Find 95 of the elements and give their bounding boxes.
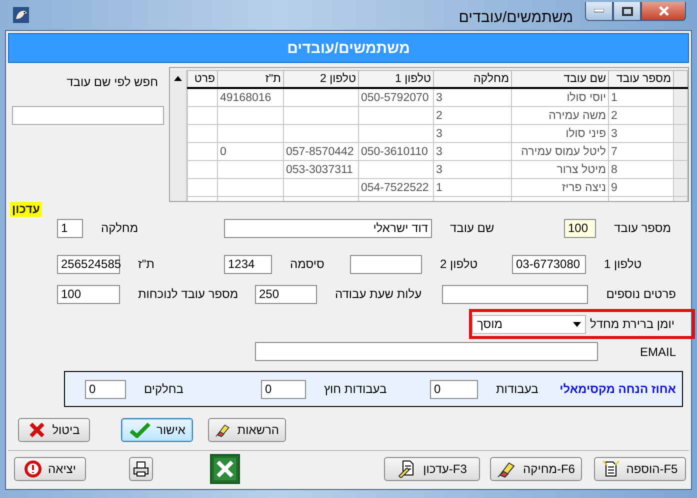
- search-label: חפש לפי שם עובד: [66, 75, 159, 89]
- cross-icon: [28, 422, 46, 438]
- input-field[interactable]: דוד ישראלי: [224, 218, 432, 238]
- table-cell: 050-3610110: [358, 142, 434, 160]
- mode-badge: עדכון: [10, 202, 42, 217]
- field-label: מספר עובד: [613, 221, 672, 235]
- table-cell: 1: [434, 178, 512, 196]
- field-label: יומן ברירת מחדל: [589, 317, 676, 331]
- table-cell: 9: [608, 178, 674, 196]
- column-header[interactable]: טלפון 2: [284, 70, 358, 88]
- table-cell: 2: [608, 106, 674, 124]
- table-cell: ניצה פריז: [512, 178, 608, 196]
- table-cell: 050-5792070: [358, 88, 434, 106]
- table-cell: 2: [434, 106, 512, 124]
- table-cell: 0: [218, 142, 284, 160]
- table-cell: 3: [434, 160, 512, 178]
- table-cell: 3: [434, 142, 512, 160]
- print-button[interactable]: [129, 457, 153, 481]
- close-icon: [658, 6, 670, 16]
- form-header: משתמשים/עובדים: [8, 33, 689, 63]
- document-icon: [602, 460, 620, 478]
- column-header[interactable]: מחלקה: [434, 70, 512, 88]
- field-label: סיסמה: [289, 257, 326, 271]
- input-field[interactable]: [255, 342, 598, 361]
- printer-icon: [133, 461, 149, 477]
- input-field[interactable]: 03-6773080: [512, 254, 586, 274]
- table-cell: 054-7522522: [358, 178, 434, 196]
- table-cell: ליטל עמוס עמירה: [512, 142, 608, 160]
- input-field[interactable]: 100: [564, 218, 596, 238]
- exit-button[interactable]: יציאה: [14, 457, 86, 481]
- input-field[interactable]: [442, 284, 588, 304]
- table-cell: 7: [608, 142, 674, 160]
- section-title: אחוז הנחה מקסימאלי: [558, 382, 676, 396]
- scrollbar[interactable]: [170, 70, 187, 201]
- field-label: ת"ז: [137, 257, 156, 271]
- column-header[interactable]: טלפון 1: [358, 70, 434, 88]
- table-cell: 3: [434, 88, 512, 106]
- table-cell: מיטל צרור: [512, 160, 608, 178]
- field-label: טלפון 1: [603, 257, 643, 271]
- field-label: EMAIL: [638, 344, 677, 358]
- input-field[interactable]: 0: [85, 380, 126, 398]
- caret-icon: [573, 322, 581, 326]
- table-cell: משה עמירה: [512, 106, 608, 124]
- table-cell: 49168016: [218, 88, 284, 106]
- column-header[interactable]: שם עובד: [512, 70, 608, 88]
- column-header[interactable]: ת"ז: [218, 70, 284, 88]
- close-button[interactable]: [641, 2, 686, 21]
- update-button[interactable]: F3-עדכון: [384, 457, 480, 481]
- field-label: שם עובד: [449, 221, 496, 235]
- table-cell: 8: [608, 160, 674, 178]
- maximize-icon: [622, 6, 632, 16]
- field-label: מחלקה: [100, 221, 140, 235]
- field-label: בחלקים: [143, 382, 184, 396]
- field-label: עלות שעת עבודה: [334, 287, 423, 301]
- field-label: פרטים נוספים: [605, 287, 677, 301]
- export-button[interactable]: [210, 454, 240, 484]
- field-label: בעבודות: [495, 382, 540, 396]
- table-cell: 3: [608, 124, 674, 142]
- scroll-up-icon[interactable]: [174, 76, 182, 81]
- input-field[interactable]: [350, 254, 422, 274]
- table-cell: 057-8570442: [284, 142, 358, 160]
- confirm-button[interactable]: אישור: [121, 418, 193, 442]
- field-label: בעבודות חוץ: [323, 382, 388, 396]
- check-icon: [128, 422, 151, 438]
- window-title: משתמשים/עובדים: [458, 8, 574, 26]
- eraser-icon: [497, 460, 518, 478]
- table-cell: 053-3037311: [284, 160, 358, 178]
- table-cell: 3: [434, 124, 512, 142]
- field-label: מספר עובד לנוכחות: [137, 287, 240, 301]
- spreadsheet-icon: [212, 456, 238, 482]
- field-label: טלפון 2: [439, 257, 479, 271]
- table-cell: יוסי סולו: [512, 88, 608, 106]
- input-field[interactable]: 256524585: [57, 254, 120, 274]
- cancel-button[interactable]: ביטול: [18, 418, 90, 442]
- input-field[interactable]: 1234: [224, 254, 272, 274]
- input-field[interactable]: 1: [57, 218, 83, 238]
- permissions-button[interactable]: הרשאות: [208, 418, 286, 442]
- delete-button[interactable]: F6-מחיקה: [490, 457, 582, 481]
- minimize-icon: [594, 9, 604, 13]
- column-header[interactable]: מספר עובד: [608, 70, 674, 88]
- table-cell: פיני סולו: [512, 124, 608, 142]
- input-field[interactable]: 250: [255, 284, 317, 304]
- dropdown[interactable]: מוסך: [472, 314, 586, 334]
- no-entry-icon: [24, 460, 42, 478]
- input-field[interactable]: 0: [261, 380, 306, 398]
- app-icon: [13, 6, 29, 22]
- input-field[interactable]: 0: [430, 380, 478, 398]
- input-field[interactable]: 100: [57, 284, 120, 304]
- minimize-button[interactable]: [585, 2, 613, 21]
- maximize-button[interactable]: [613, 2, 641, 21]
- search-field[interactable]: [12, 106, 164, 125]
- column-header[interactable]: פרט: [188, 70, 218, 88]
- row-selector[interactable]: [674, 88, 688, 106]
- table-cell: 1: [608, 88, 674, 106]
- add-button[interactable]: F5-הוספה: [594, 457, 686, 481]
